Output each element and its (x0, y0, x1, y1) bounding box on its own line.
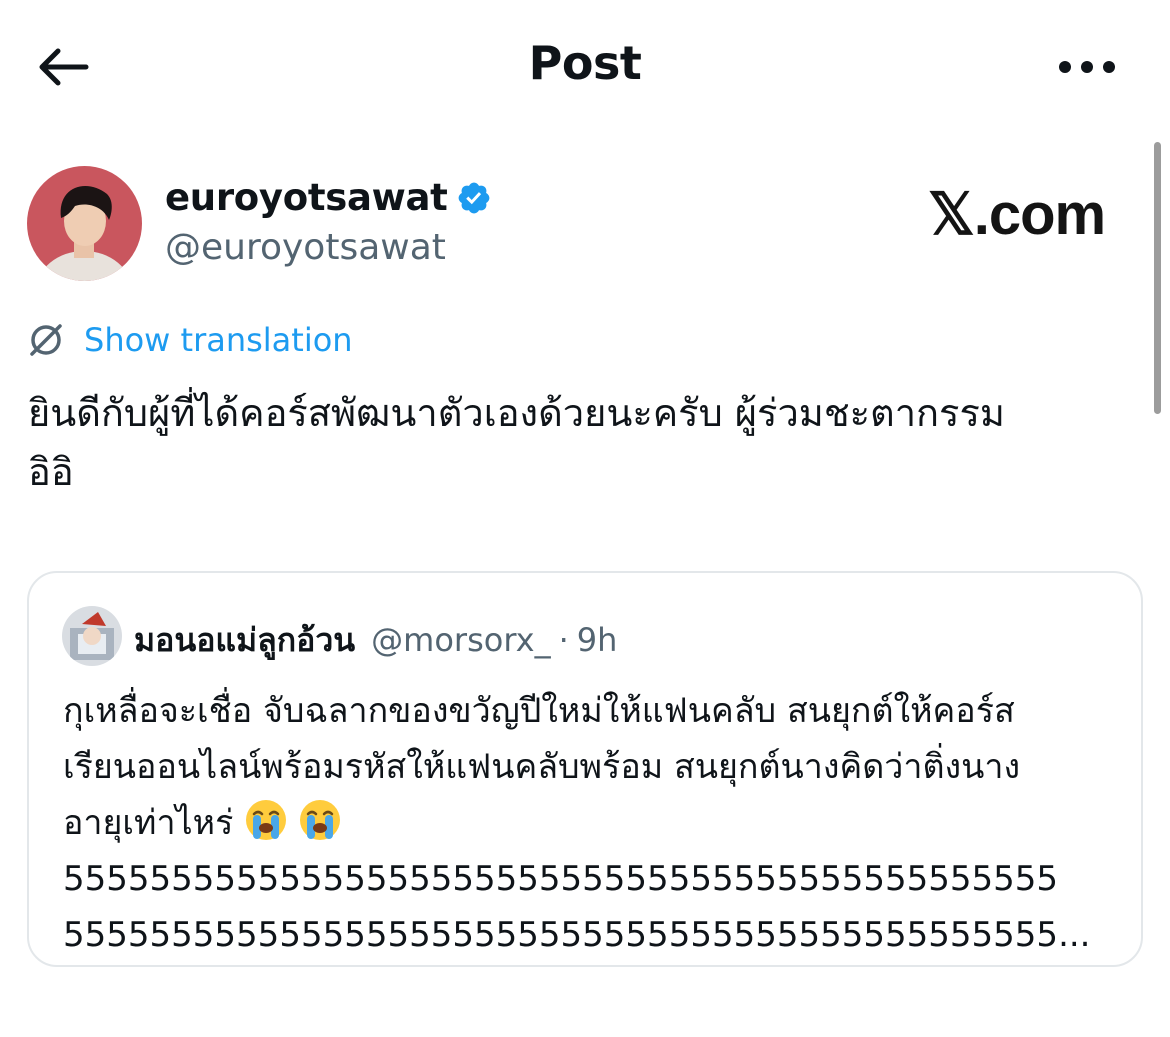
quoted-timestamp[interactable]: 9h (577, 621, 618, 659)
scrollbar[interactable] (1154, 142, 1161, 414)
more-options-button[interactable] (1052, 42, 1122, 92)
show-translation-label: Show translation (84, 321, 353, 359)
post-text: ยินดีกับผู้ที่ได้คอร์สพัฒนาตัวเองด้วยนะค… (28, 391, 1005, 494)
globe-slash-icon (30, 324, 62, 356)
author-name-row: euroyotsawat (165, 176, 492, 219)
author-handle[interactable]: @euroyotsawat (165, 227, 446, 268)
quoted-post-text: กุเหลื่อจะเชื่อ จับฉลากของขวัญปีใหม่ให้แ… (63, 683, 1123, 963)
more-horizontal-icon (1059, 61, 1115, 73)
quoted-author-name[interactable]: มอนอแม่ลูกอ้วน (134, 615, 355, 666)
page-title: Post (528, 36, 642, 90)
author-name[interactable]: euroyotsawat (165, 176, 448, 219)
quoted-header: มอนอแม่ลูกอ้วน @morsorx_ · 9h (134, 615, 617, 666)
separator-dot: · (558, 621, 569, 659)
verified-badge-icon (458, 182, 489, 213)
quoted-author-avatar[interactable] (62, 606, 122, 666)
show-translation-button[interactable]: Show translation (26, 320, 353, 360)
quoted-post-card[interactable]: มอนอแม่ลูกอ้วน @morsorx_ · 9h กุเหลื่อจะ… (27, 571, 1143, 967)
quoted-text-part-1: กุเหลื่อจะเชื่อ จับฉลากของขวัญปีใหม่ให้แ… (63, 691, 1021, 843)
quoted-text-part-2: 5555555555555555555555555555555555555555… (63, 859, 1091, 955)
quoted-author-handle[interactable]: @morsorx_ (371, 621, 550, 659)
loudly-crying-face-emoji-icon (300, 800, 341, 840)
watermark-text: 𝕏.com (928, 182, 1106, 247)
author-avatar[interactable] (27, 166, 142, 281)
post-detail-screen: Post euroyotsawat @euroyotsawat 𝕏.com Sh… (0, 0, 1170, 1037)
x-com-watermark: 𝕏.com (928, 180, 1106, 248)
loudly-crying-face-emoji-icon (246, 800, 287, 840)
